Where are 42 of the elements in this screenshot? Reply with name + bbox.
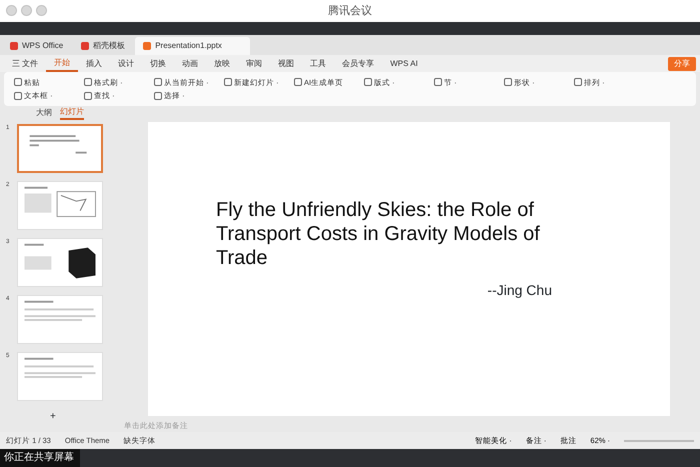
menu-tab[interactable]: 动画	[174, 55, 206, 72]
window-button[interactable]	[36, 5, 47, 16]
slide-thumbnail[interactable]	[17, 124, 103, 173]
menu-tab[interactable]: 工具	[302, 55, 334, 72]
tool-icon	[504, 78, 512, 86]
menu-tab[interactable]: 会员专享	[334, 55, 382, 72]
app-icon	[81, 42, 90, 50]
screen-share-label: 你正在共享屏幕	[0, 449, 80, 467]
menu-tab[interactable]: 切换	[142, 55, 174, 72]
window-button[interactable]	[21, 5, 32, 16]
slide-thumbnail-drawing	[24, 300, 96, 321]
window-title: 腾讯会议	[328, 4, 372, 19]
tab-label: WPS Office	[22, 40, 64, 52]
panel-tab[interactable]: 大纲	[36, 107, 52, 119]
document-tab[interactable]: Presentation1.pptx	[135, 37, 250, 55]
tool-icon	[574, 78, 582, 86]
menu-tab[interactable]: 插入	[78, 55, 110, 72]
menu-tab[interactable]: 审阅	[238, 55, 270, 72]
slide-title: Fly the Unfriendly Skies: the Role of Transport Costs in Gravity Models of Trade	[216, 198, 541, 270]
document-tab[interactable]: 稻壳模板	[73, 37, 134, 55]
menu-tab[interactable]: 放映	[206, 55, 238, 72]
tool-icon	[294, 78, 302, 86]
slide-thumbnail-drawing	[30, 135, 87, 154]
add-slide-button[interactable]: +	[50, 409, 56, 424]
tool-icon	[434, 78, 442, 86]
menu-tab[interactable]: 设计	[110, 55, 142, 72]
file-menu[interactable]: 三 文件	[4, 55, 46, 72]
panel-tab[interactable]: 幻灯片	[60, 106, 84, 120]
slide-thumbnail-drawing	[24, 244, 96, 278]
menu-tab[interactable]: WPS AI	[382, 55, 426, 72]
tab-label: Presentation1.pptx	[155, 40, 222, 52]
window-button[interactable]	[6, 5, 17, 16]
tool-icon	[364, 78, 372, 86]
menu-tab[interactable]: 视图	[270, 55, 302, 72]
document-tab[interactable]: WPS Office	[2, 37, 72, 55]
app-icon	[143, 42, 152, 50]
slide-thumbnail-drawing	[24, 358, 96, 378]
slide-author: --Jing Chu	[487, 281, 552, 300]
app-icon	[10, 42, 18, 50]
tool-icon	[224, 78, 232, 86]
slide-thumbnail-drawing	[24, 186, 96, 217]
tab-label: 稻壳模板	[93, 40, 126, 52]
